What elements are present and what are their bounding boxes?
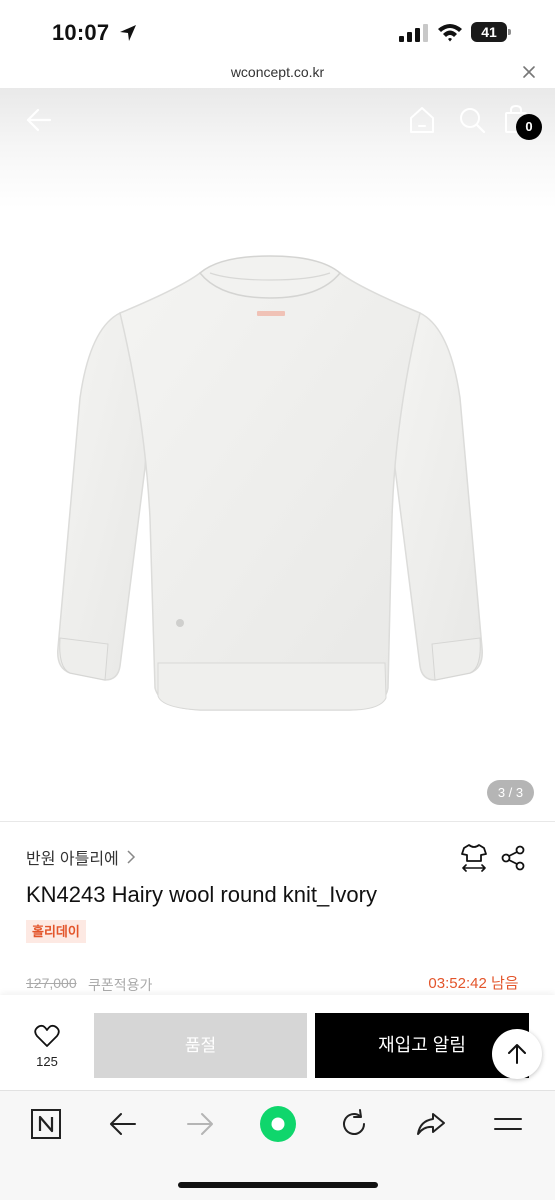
url-bar[interactable]: wconcept.co.kr [0,58,555,88]
reload-icon[interactable] [337,1107,371,1141]
like-count: 125 [36,1054,58,1069]
product-image-gallery[interactable]: 3 / 3 [0,88,555,821]
event-badge: 홀리데이 [26,920,86,943]
url-text[interactable]: wconcept.co.kr [0,64,555,80]
browser-forward-icon[interactable] [183,1107,217,1141]
size-guide-shirt-icon[interactable] [460,842,488,872]
signal-bars-icon [399,24,428,42]
home-indicator [178,1182,378,1188]
home-icon[interactable] [408,105,436,135]
gallery-page-counter: 3 / 3 [487,780,534,805]
brand-link[interactable]: 반원 아틀리에 [26,845,137,869]
share-icon[interactable] [500,845,526,871]
battery-indicator: 41 [471,22,511,42]
menu-icon[interactable] [491,1107,525,1141]
location-arrow-icon [120,25,136,41]
arrow-up-icon [508,1044,526,1064]
like-button[interactable]: 125 [22,1024,72,1074]
status-bar: 10:07 41 [0,0,555,58]
divider [0,821,555,822]
sold-out-button[interactable]: 품절 [94,1013,307,1078]
browser-share-icon[interactable] [414,1107,448,1141]
heart-icon[interactable] [34,1024,60,1048]
chevron-right-icon [127,850,135,864]
product-title: KN4243 Hairy wool round knit_Ivory [26,882,377,907]
browser-back-icon[interactable] [106,1107,140,1141]
close-icon[interactable] [520,63,538,81]
coupon-price-label: 쿠폰적용가 [88,977,153,993]
n-logo-icon[interactable] [29,1107,63,1141]
original-price: 127,000 [26,975,77,991]
search-icon[interactable] [458,106,486,134]
wifi-icon [438,24,462,42]
status-time: 10:07 [52,20,110,45]
back-arrow-icon[interactable] [24,106,52,134]
scroll-to-top-button[interactable] [492,1029,542,1079]
product-image [57,255,483,711]
cart-count-badge[interactable]: 0 [516,114,542,140]
brand-name[interactable]: 반원 아틀리에 [26,845,119,869]
battery-percent: 41 [481,24,497,40]
green-dot-icon[interactable] [259,1105,297,1143]
